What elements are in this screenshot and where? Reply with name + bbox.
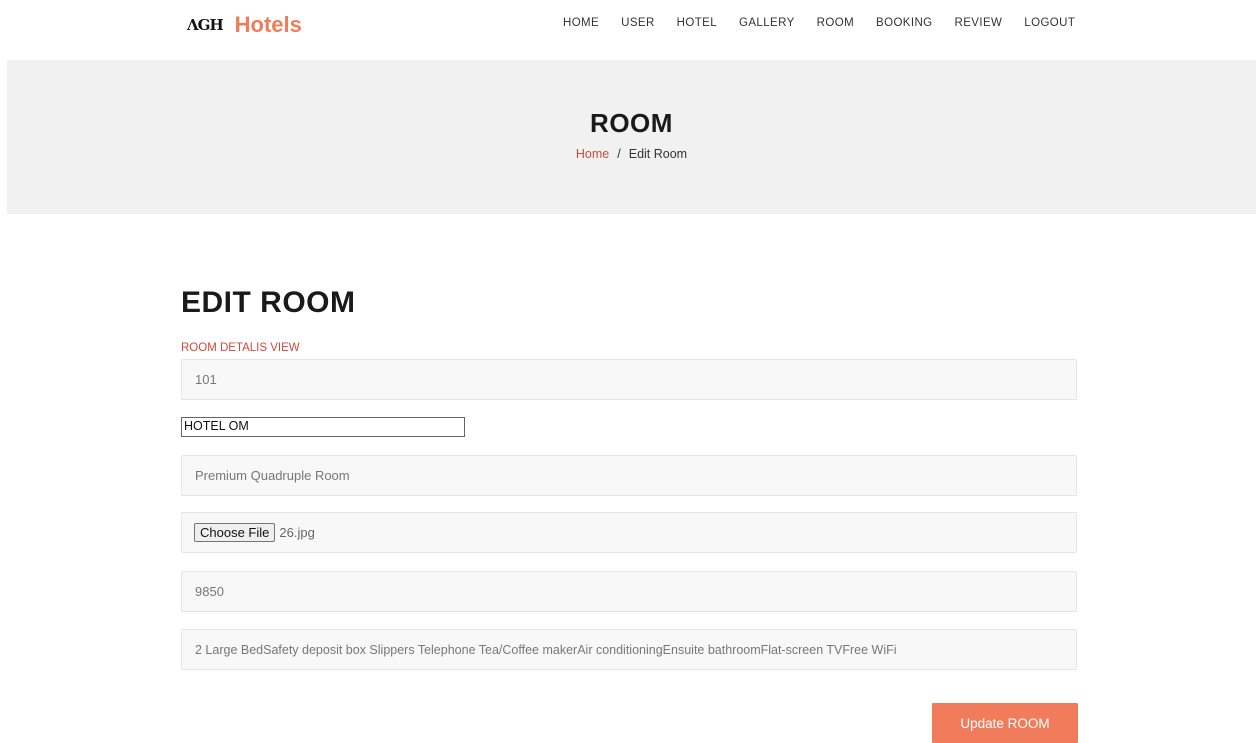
nav-hotel[interactable]: HOTEL <box>677 17 717 29</box>
breadcrumb: Home / Edit Room <box>7 147 1256 161</box>
room-image-file-input: Choose File 26.jpg <box>181 512 1077 553</box>
breadcrumb-separator: / <box>617 147 621 161</box>
form-subtitle: ROOM DETALIS VIEW <box>181 342 300 354</box>
room-number-field[interactable]: 101 <box>181 359 1077 400</box>
nav-gallery[interactable]: GALLERY <box>739 17 795 29</box>
nav-home[interactable]: HOME <box>563 17 599 29</box>
top-navbar: ɅGH Hotels HOME USER HOTEL GALLERY ROOM … <box>0 0 1256 60</box>
room-type-field[interactable]: Premium Quadruple Room <box>181 455 1077 496</box>
nav-logout[interactable]: LOGOUT <box>1024 17 1075 29</box>
hotel-select[interactable]: HOTEL OM <box>181 417 465 437</box>
nav-review[interactable]: REVIEW <box>955 17 1003 29</box>
page-title: ROOM <box>590 108 673 138</box>
main-nav: HOME USER HOTEL GALLERY ROOM BOOKING REV… <box>563 17 1097 29</box>
amenities-field[interactable]: 2 Large BedSafety deposit box Slippers T… <box>181 629 1077 670</box>
choose-file-button[interactable]: Choose File <box>194 523 276 542</box>
form-title: EDIT ROOM <box>181 286 356 319</box>
chosen-file-name: 26.jpg <box>279 525 315 540</box>
breadcrumb-current: Edit Room <box>628 147 688 161</box>
nav-room[interactable]: ROOM <box>817 17 854 29</box>
nav-user[interactable]: USER <box>621 17 655 29</box>
brand-name: Hotels <box>234 12 302 37</box>
room-price-field[interactable]: 9850 <box>181 571 1077 612</box>
update-room-button[interactable]: Update ROOM <box>932 703 1078 743</box>
breadcrumb-home-link[interactable]: Home <box>576 147 609 161</box>
page-hero: ROOM Home / Edit Room <box>7 60 1256 214</box>
brand-logo[interactable]: ɅGH Hotels <box>187 12 302 38</box>
nav-booking[interactable]: BOOKING <box>876 17 932 29</box>
logo-mark-icon: ɅGH <box>187 16 224 34</box>
